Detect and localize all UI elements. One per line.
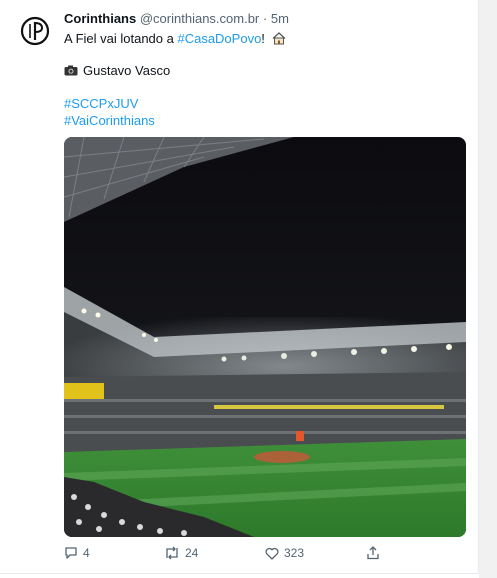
reply-icon <box>65 547 77 559</box>
camera-icon <box>64 65 78 76</box>
tweet-text: A Fiel vai lotando a <box>64 31 178 46</box>
hashtag-link[interactable]: #VaiCorinthians <box>64 113 155 129</box>
hashtag-link[interactable]: #CasaDoPovo <box>177 31 261 46</box>
share-icon <box>367 546 379 560</box>
corinthians-logo-icon <box>20 16 50 46</box>
reply-count: 4 <box>83 546 90 560</box>
like-count: 323 <box>284 546 305 560</box>
stadium-photo[interactable] <box>64 137 466 537</box>
like-button[interactable]: 323 <box>265 545 304 561</box>
scrollbar[interactable] <box>479 0 497 578</box>
heart-icon <box>265 547 279 560</box>
tweet-header: Corinthians @corinthians.com.br · 5m <box>64 11 289 27</box>
house-icon <box>272 32 285 45</box>
hashtag-link[interactable]: #SCCPxJUV <box>64 96 138 112</box>
stadium-image <box>64 137 466 537</box>
photographer-name: Gustavo Vasco <box>83 63 171 78</box>
avatar[interactable] <box>18 14 52 48</box>
reply-button[interactable]: 4 <box>64 545 90 561</box>
tweet-card: Corinthians @corinthians.com.br · 5m A F… <box>0 0 479 574</box>
author-name[interactable]: Corinthians <box>64 11 136 26</box>
tweet-actions: 4 24 323 <box>64 545 466 561</box>
separator: · <box>262 11 268 26</box>
retweet-count: 24 <box>185 546 199 560</box>
share-button[interactable] <box>366 545 380 561</box>
timestamp[interactable]: 5m <box>271 11 289 26</box>
tweet-text-line-1: A Fiel vai lotando a #CasaDoPovo! <box>64 31 286 47</box>
retweet-button[interactable]: 24 <box>164 545 198 561</box>
tweet-text-suffix: ! <box>261 31 265 46</box>
author-handle[interactable]: @corinthians.com.br <box>140 11 259 26</box>
retweet-icon <box>166 546 178 560</box>
photographer-line: Gustavo Vasco <box>64 63 170 79</box>
